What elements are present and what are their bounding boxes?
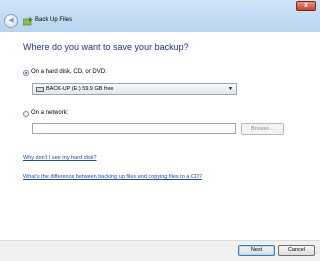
hard-disk-label: On a hard disk, CD, or DVD: — [31, 69, 107, 75]
network-path-input[interactable] — [32, 123, 236, 134]
dialog-content: Where do you want to save your backup? O… — [0, 32, 320, 261]
back-button[interactable]: ◀ — [4, 14, 18, 28]
page-title: Where do you want to save your backup? — [23, 42, 189, 52]
drive-icon — [36, 87, 44, 92]
hard-disk-radio[interactable] — [23, 70, 29, 76]
chevron-down-icon: ▼ — [228, 86, 233, 92]
drive-select-value: BACK-UP (E:) 59.9 GB free — [46, 86, 114, 92]
window-title: Back Up Files — [35, 17, 73, 23]
drive-select[interactable]: BACK-UP (E:) 59.9 GB free ▼ — [32, 83, 237, 95]
next-button[interactable]: Next — [238, 245, 275, 256]
network-radio[interactable] — [23, 111, 29, 117]
network-label: On a network: — [31, 110, 69, 116]
back-arrow-icon: ◀ — [8, 17, 14, 24]
browse-button[interactable]: Browse... — [241, 123, 284, 135]
dialog-footer: Next Cancel — [0, 240, 320, 261]
title-bar: x ◀ Back Up Files — [0, 0, 320, 32]
difference-help-link[interactable]: What's the difference between backing up… — [23, 174, 202, 180]
close-icon: x — [304, 2, 308, 9]
hard-disk-help-link[interactable]: Why don't I see my hard disk? — [23, 155, 97, 161]
cancel-button[interactable]: Cancel — [278, 245, 315, 256]
close-button[interactable]: x — [296, 1, 316, 11]
backup-icon — [23, 17, 33, 26]
